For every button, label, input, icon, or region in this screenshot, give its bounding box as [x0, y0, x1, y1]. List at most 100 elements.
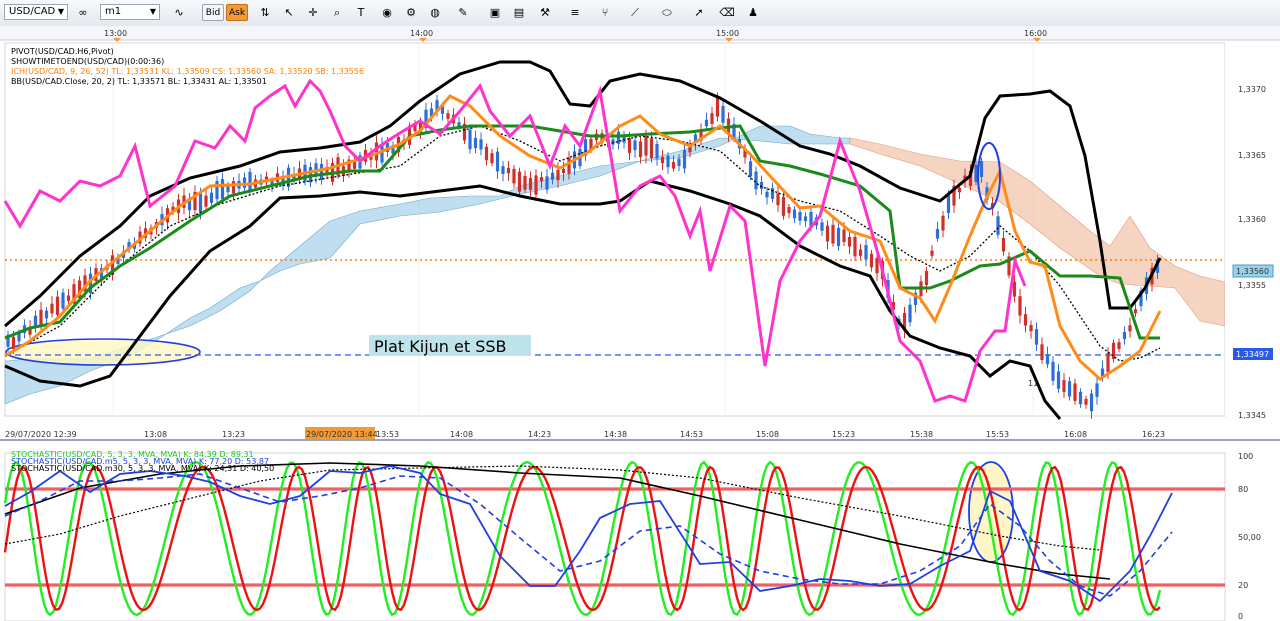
eye-icon[interactable]: ◉ — [378, 4, 396, 21]
candle — [1111, 342, 1116, 359]
price-axis: 1,3370 1,3365 1,3360 1,3355 1,3345 1,335… — [1225, 43, 1280, 420]
candle — [957, 187, 962, 193]
candle — [671, 162, 676, 169]
chart-toolbar: USD/CAD ▼ ∞ m1 ▼ ∿ Bid Ask ⇅ ↖ ✛ ⌕ T ◉ ⚙… — [0, 0, 1280, 27]
candle — [490, 153, 494, 164]
candle — [484, 146, 489, 161]
time-tick: 14:38 — [604, 430, 627, 439]
candle — [1117, 342, 1121, 350]
stoch-tick: 20 — [1238, 581, 1248, 590]
chart-area[interactable]: 13:00 14:00 15:00 16:00 11 Plat Kijun et… — [0, 26, 1280, 621]
legend-bollinger: BB(USD/CAD.Close, 20, 2) TL: 1,33571 BL:… — [11, 77, 267, 86]
candle — [1056, 371, 1061, 389]
time-tick: 15:08 — [756, 430, 779, 439]
candle — [231, 181, 236, 194]
candle — [1029, 324, 1033, 332]
candle — [473, 137, 478, 149]
candle — [677, 158, 681, 167]
candle — [842, 229, 846, 242]
time-tick: 13:08 — [144, 430, 167, 439]
candle — [787, 207, 791, 214]
picture-icon[interactable]: ▣ — [486, 4, 504, 21]
globe-icon[interactable]: ◍ — [426, 4, 444, 21]
candle — [506, 167, 511, 174]
ellipse-icon[interactable]: ⬭ — [658, 4, 676, 21]
current-price-value: 1,33560 — [1236, 267, 1269, 276]
bid-button[interactable]: Bid — [202, 4, 224, 21]
candle — [1067, 381, 1072, 397]
candle — [908, 304, 912, 323]
candle — [468, 129, 472, 150]
candle — [1128, 325, 1132, 332]
people-icon[interactable]: ♟ — [744, 4, 762, 21]
line-chart-icon[interactable]: ∿ — [170, 4, 188, 21]
candle — [996, 216, 1000, 235]
candle — [1078, 391, 1083, 405]
candle — [550, 172, 555, 180]
candle — [55, 296, 60, 315]
candle — [1133, 309, 1138, 314]
window-icon[interactable]: ▤ — [510, 4, 528, 21]
candle — [1045, 354, 1050, 365]
candle — [198, 193, 203, 213]
link-icon[interactable]: ∞ — [74, 4, 92, 21]
candle — [44, 310, 49, 319]
candle — [1012, 281, 1017, 297]
settings-icon[interactable]: ⚙ — [402, 4, 420, 21]
candle — [495, 151, 500, 172]
chevron-down-icon: ▼ — [57, 7, 64, 16]
chevron-down-icon: ▼ — [149, 7, 156, 16]
marker-label: 11 — [1028, 379, 1038, 388]
top-time-label: 16:00 — [1024, 29, 1047, 38]
candle — [1095, 383, 1099, 397]
fork-icon[interactable]: ⑂ — [596, 4, 614, 21]
tools-icon[interactable]: ⚒ — [536, 4, 554, 21]
trendline-icon[interactable]: ⟋ — [626, 4, 644, 21]
timeframe-select[interactable]: m1 ▼ — [100, 4, 160, 20]
candle — [704, 119, 709, 127]
blue-line-value: 1,33497 — [1236, 350, 1269, 359]
cursor-icon[interactable]: ↖ — [280, 4, 298, 21]
candle — [660, 156, 665, 164]
candle — [39, 309, 43, 325]
candle — [638, 141, 643, 158]
price-line-icon[interactable]: ⇅ — [256, 4, 274, 21]
candle — [776, 193, 780, 206]
zoom-icon[interactable]: ⌕ — [328, 4, 346, 21]
annotation-text: Plat Kijun et SSB — [374, 337, 507, 356]
candle — [627, 138, 632, 153]
time-tick: 13:53 — [376, 430, 399, 439]
eraser-icon[interactable]: ⌫ — [718, 4, 736, 21]
candle — [1073, 383, 1077, 401]
candle — [66, 295, 71, 301]
stochastic-pane[interactable]: STOCHASTIC(USD/CAD, 5, 3, 3, MVA, MVA) K… — [3, 450, 1261, 621]
time-tick: 29/07/2020 12:39 — [5, 430, 77, 439]
candle — [215, 181, 219, 200]
candle — [831, 224, 835, 244]
symbol-value: USD/CAD — [9, 6, 56, 17]
candle — [836, 227, 841, 247]
pencil-icon[interactable]: ✎ — [454, 4, 472, 21]
price-tick: 1,3370 — [1238, 85, 1266, 94]
candle — [380, 144, 384, 163]
price-pane[interactable]: 11 Plat Kijun et SSB PIVOT(USD/CAD.H6,Pi… — [3, 42, 1226, 420]
candle — [1062, 380, 1066, 392]
bars-icon[interactable]: ≡ — [566, 4, 584, 21]
crosshair-icon[interactable]: ✛ — [304, 4, 322, 21]
time-tick: 15:53 — [986, 430, 1009, 439]
highlight-ellipse — [968, 461, 1014, 563]
symbol-select[interactable]: USD/CAD ▼ — [4, 4, 68, 20]
candle — [539, 177, 544, 182]
text-icon[interactable]: T — [352, 4, 370, 21]
time-tick: 13:23 — [222, 430, 245, 439]
candle — [567, 157, 571, 174]
candle — [946, 194, 951, 214]
candle — [649, 138, 654, 159]
stoch-tick: 0 — [1238, 612, 1243, 621]
candle — [864, 245, 868, 260]
candle — [710, 113, 714, 124]
arrow-icon[interactable]: ➚ — [690, 4, 708, 21]
candle — [501, 166, 505, 174]
ask-button[interactable]: Ask — [226, 4, 248, 21]
candle — [1018, 296, 1022, 316]
